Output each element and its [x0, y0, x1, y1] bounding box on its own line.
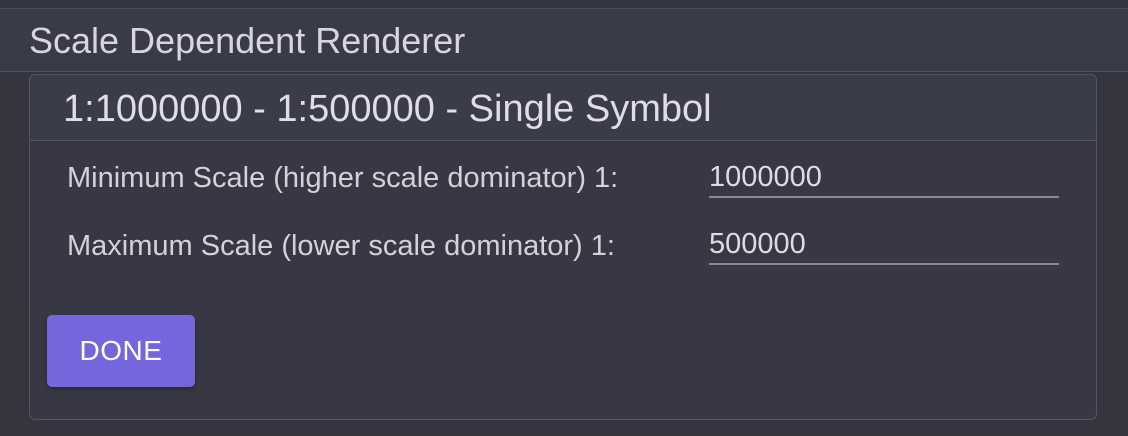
renderer-header: 1:1000000 - 1:500000 - Single Symbol [30, 75, 1096, 141]
top-strip [0, 0, 1128, 8]
max-scale-input[interactable] [709, 225, 1059, 265]
min-scale-label: Minimum Scale (higher scale dominator) 1… [67, 162, 619, 194]
renderer-title: 1:1000000 - 1:500000 - Single Symbol [63, 88, 712, 130]
panel-title: Scale Dependent Renderer [29, 20, 466, 61]
renderer-card: 1:1000000 - 1:500000 - Single Symbol Min… [29, 74, 1097, 420]
panel-header: Scale Dependent Renderer [0, 8, 1128, 72]
done-button[interactable]: DONE [47, 315, 195, 387]
max-scale-label: Maximum Scale (lower scale dominator) 1: [67, 230, 615, 262]
min-scale-input[interactable] [709, 158, 1059, 198]
